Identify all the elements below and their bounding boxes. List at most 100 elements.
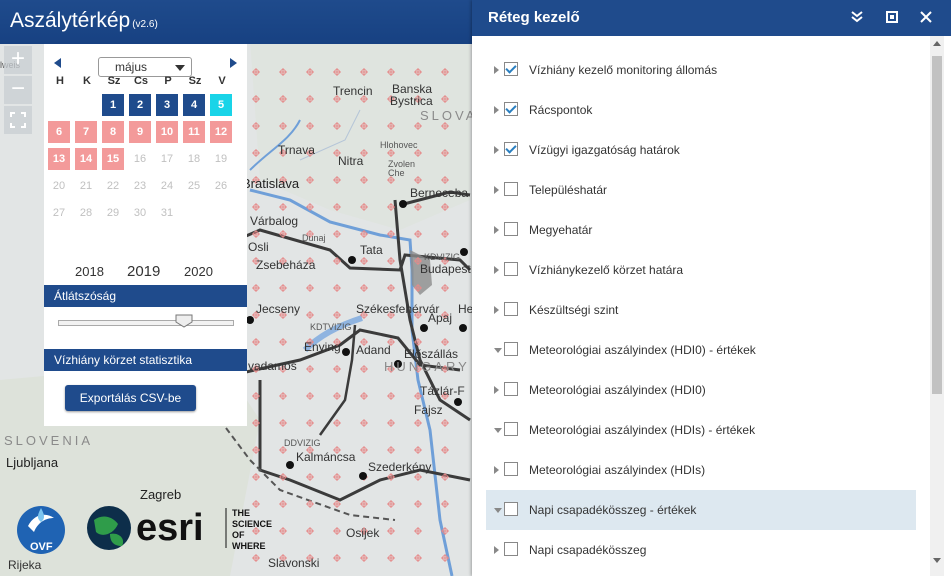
layer-checkbox[interactable] <box>504 502 518 516</box>
caret-right-icon[interactable] <box>494 186 499 194</box>
calendar-day[interactable]: 10 <box>156 121 178 143</box>
year-option[interactable]: 2018 <box>75 264 104 279</box>
stats-section-header: Vízhiány körzet statisztika <box>44 349 247 371</box>
caret-right-icon[interactable] <box>494 546 499 554</box>
layer-checkbox[interactable] <box>504 182 518 196</box>
calendar-day[interactable]: 2 <box>129 94 151 116</box>
year-option[interactable]: 2020 <box>184 264 213 279</box>
layer-item[interactable]: Vízhiánykezelő körzet határa <box>486 250 916 290</box>
calendar-day[interactable]: 3 <box>156 94 178 116</box>
layer-manager-title: Réteg kezelő <box>488 9 580 26</box>
map-label: Fajsz <box>414 403 443 417</box>
layer-checkbox[interactable] <box>504 222 518 236</box>
layer-checkbox[interactable] <box>504 422 518 436</box>
map-label: Enying <box>304 340 341 354</box>
layer-checkbox[interactable] <box>504 542 518 556</box>
layer-item[interactable]: Vízhiány kezelő monitoring állomás <box>486 50 916 90</box>
layer-item[interactable]: Meteorológiai aszályindex (HDI0) - érték… <box>486 330 916 370</box>
map-label: Berneceba <box>410 186 469 200</box>
month-select[interactable]: május <box>98 57 192 77</box>
layer-checkbox[interactable] <box>504 102 518 116</box>
year-selector: 2018 2019 2020 <box>44 263 247 284</box>
layer-item[interactable]: Napi csapadékösszeg - értékek <box>486 490 916 530</box>
esri-tagline: SCIENCE <box>232 519 272 529</box>
calendar-day[interactable]: 4 <box>183 94 205 116</box>
weekday-label: Cs <box>133 75 149 87</box>
zoom-out-button[interactable]: − <box>4 76 32 104</box>
caret-right-icon[interactable] <box>494 106 499 114</box>
calendar-day[interactable]: 11 <box>183 121 205 143</box>
layer-checkbox[interactable] <box>504 62 518 76</box>
map-label: DDVIZIG <box>284 438 321 448</box>
caret-right-icon[interactable] <box>494 266 499 274</box>
map-label: HUNGARY <box>384 359 470 374</box>
caret-down-icon[interactable] <box>494 508 502 513</box>
calendar-day[interactable]: 13 <box>48 148 70 170</box>
calendar-day[interactable]: 14 <box>75 148 97 170</box>
layer-item[interactable]: Megyehatár <box>486 210 916 250</box>
calendar-day: 31 <box>160 207 174 219</box>
caret-right-icon[interactable] <box>494 306 499 314</box>
layer-item[interactable]: Készültségi szint <box>486 290 916 330</box>
esri-tagline: THE <box>232 508 250 518</box>
layer-item[interactable]: Napi csapadékösszeg <box>486 530 916 570</box>
zoom-controls: + − <box>4 46 34 136</box>
calendar-day[interactable]: 1 <box>102 94 124 116</box>
calendar-day[interactable]: 15 <box>102 148 124 170</box>
scroll-up-icon[interactable] <box>933 41 941 46</box>
layer-checkbox[interactable] <box>504 262 518 276</box>
map-label: Jecseny <box>256 302 301 316</box>
weekday-label: K <box>83 75 91 87</box>
esri-logo-text: esri <box>136 507 204 549</box>
maximize-icon[interactable] <box>884 10 900 26</box>
collapse-icon[interactable] <box>849 10 865 26</box>
caret-down-icon[interactable] <box>494 428 502 433</box>
map-label: Trnava <box>278 143 315 157</box>
layer-label: Megyehatár <box>529 223 593 237</box>
opacity-slider-track[interactable] <box>58 320 234 326</box>
fullscreen-icon[interactable] <box>4 106 32 134</box>
scroll-down-icon[interactable] <box>933 558 941 563</box>
export-csv-button[interactable]: Exportálás CSV-be <box>65 385 196 411</box>
next-month-icon[interactable] <box>230 58 237 68</box>
layer-item[interactable]: Meteorológiai aszályindex (HDI0) <box>486 370 916 410</box>
prev-month-icon[interactable] <box>54 58 61 68</box>
layer-label: Vízügyi igazgatóság határok <box>529 143 680 157</box>
calendar-day[interactable]: 8 <box>102 121 124 143</box>
layer-label: Meteorológiai aszályindex (HDIs) <box>529 463 706 477</box>
calendar-day: 24 <box>160 180 174 192</box>
layer-item[interactable]: Rácspontok <box>486 90 916 130</box>
calendar-day[interactable]: 7 <box>75 121 97 143</box>
close-icon[interactable] <box>918 10 934 26</box>
caret-down-icon[interactable] <box>494 348 502 353</box>
esri-tagline: WHERE <box>232 541 266 551</box>
calendar-day: 22 <box>106 180 120 192</box>
calendar-day[interactable]: 6 <box>48 121 70 143</box>
map-label: Trencin <box>333 84 373 98</box>
layer-checkbox[interactable] <box>504 382 518 396</box>
calendar-day[interactable]: 5 <box>210 94 232 116</box>
scroll-thumb[interactable] <box>932 56 942 394</box>
layer-item[interactable]: Meteorológiai aszályindex (HDIs) <box>486 450 916 490</box>
layer-item[interactable]: Vízügyi igazgatóság határok <box>486 130 916 170</box>
calendar-day[interactable]: 12 <box>210 121 232 143</box>
caret-right-icon[interactable] <box>494 226 499 234</box>
caret-right-icon[interactable] <box>494 146 499 154</box>
layer-item[interactable]: Meteorológiai aszályindex (HDIs) - érték… <box>486 410 916 450</box>
year-option-selected[interactable]: 2019 <box>127 263 160 280</box>
calendar-day[interactable]: 9 <box>129 121 151 143</box>
caret-right-icon[interactable] <box>494 466 499 474</box>
map-label: KDVIZIG <box>424 252 461 262</box>
scrollbar[interactable] <box>930 36 944 576</box>
layer-checkbox[interactable] <box>504 342 518 356</box>
opacity-section-header: Átlátszóság <box>44 285 247 307</box>
opacity-slider-handle[interactable] <box>175 314 193 328</box>
layer-item[interactable]: Településhatár <box>486 170 916 210</box>
caret-right-icon[interactable] <box>494 386 499 394</box>
layer-checkbox[interactable] <box>504 302 518 316</box>
layer-checkbox[interactable] <box>504 142 518 156</box>
caret-right-icon[interactable] <box>494 66 499 74</box>
zoom-in-button[interactable]: + <box>4 46 32 74</box>
layer-checkbox[interactable] <box>504 462 518 476</box>
layer-list: Vízhiány kezelő monitoring állomás Rácspo… <box>472 36 951 576</box>
